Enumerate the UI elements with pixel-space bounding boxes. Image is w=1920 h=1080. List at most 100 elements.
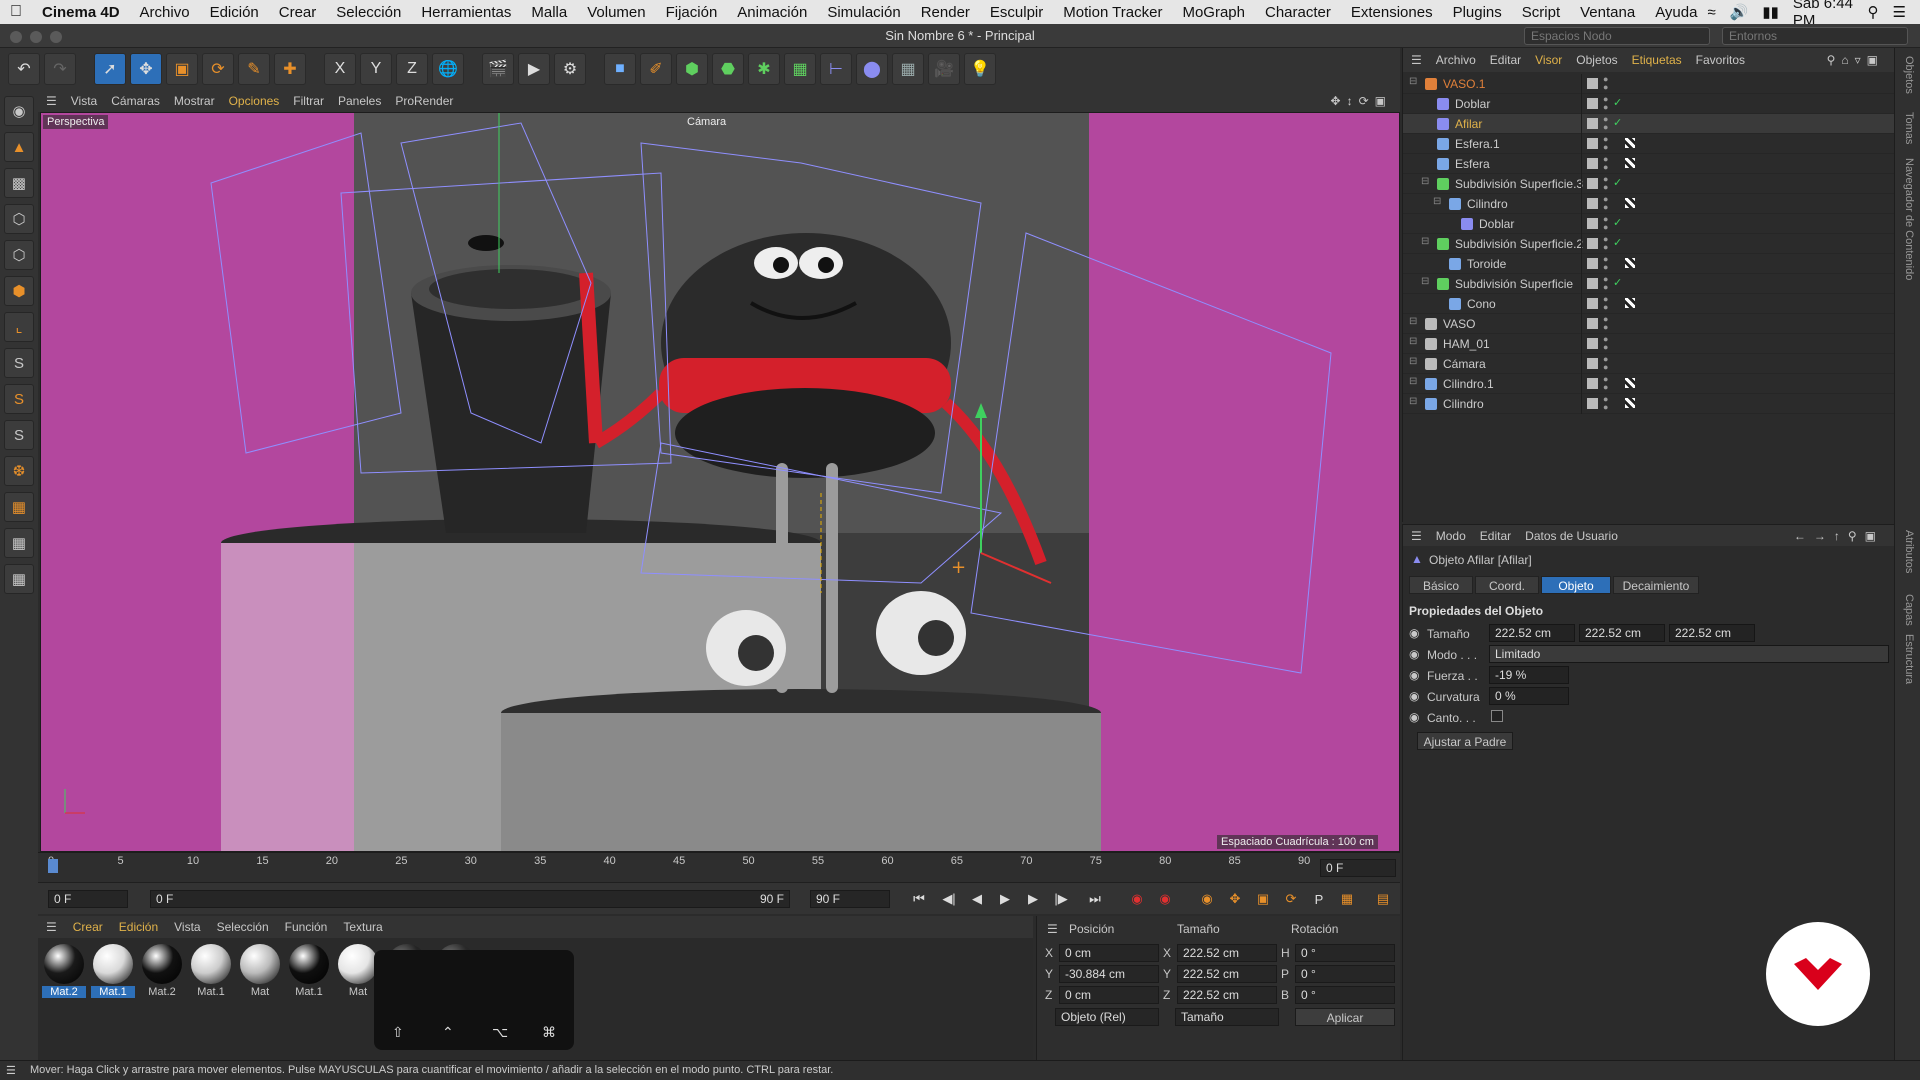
anim-dot-icon[interactable]: ◉ bbox=[1409, 626, 1419, 640]
viewport-menu-prorender[interactable]: ProRender bbox=[395, 94, 453, 108]
viewport-menu-mostrar[interactable]: Mostrar bbox=[174, 94, 215, 108]
layer-icon[interactable] bbox=[1587, 238, 1598, 249]
prop-tamano-y[interactable]: 222.52 cm bbox=[1579, 624, 1665, 642]
key-scale-icon[interactable]: ▣ bbox=[1252, 889, 1274, 909]
texture-tag-icon[interactable] bbox=[1625, 278, 1635, 288]
visibility-dots-icon[interactable]: ● ● bbox=[1603, 255, 1608, 272]
attributes-menu-user-data[interactable]: Datos de Usuario bbox=[1525, 529, 1618, 543]
fit-to-parent-button[interactable]: Ajustar a Padre bbox=[1417, 732, 1513, 750]
menu-edicion[interactable]: Edición bbox=[200, 4, 269, 21]
autokey-icon[interactable]: ◉ bbox=[1154, 889, 1176, 909]
object-name[interactable]: Doblar bbox=[1479, 217, 1514, 231]
material-swatch[interactable]: Mat bbox=[238, 944, 282, 998]
go-to-start-icon[interactable]: ⏮ bbox=[908, 889, 930, 909]
texture-tag-icon[interactable] bbox=[1625, 98, 1635, 108]
z-axis-lock-icon[interactable]: Z bbox=[396, 53, 428, 85]
prop-curvatura-field[interactable]: 0 % bbox=[1489, 687, 1569, 705]
tab-basico[interactable]: Básico bbox=[1409, 576, 1473, 594]
texture-mode-icon[interactable]: ▩ bbox=[4, 168, 34, 198]
battery-icon[interactable]: ▮▮ bbox=[1762, 3, 1779, 21]
viewport-menu-opciones[interactable]: Opciones bbox=[229, 94, 280, 108]
layer-icon[interactable] bbox=[1587, 258, 1598, 269]
layer-icon[interactable] bbox=[1587, 298, 1598, 309]
wifi-icon[interactable]: ≈ bbox=[1707, 4, 1715, 21]
coord-position-field[interactable]: -30.884 cm bbox=[1059, 965, 1159, 983]
object-row[interactable]: ⊟ Subdivisión Superficie.3 ● ● ✓ bbox=[1403, 174, 1895, 194]
expand-toggle-icon[interactable]: ⊟ bbox=[1409, 316, 1417, 327]
material-swatch[interactable]: Mat.1 bbox=[189, 944, 233, 998]
render-region-icon[interactable]: 🎬 bbox=[482, 53, 514, 85]
object-row[interactable]: Cono ● ● bbox=[1403, 294, 1895, 314]
axis-mode-icon[interactable]: ⌞ bbox=[4, 312, 34, 342]
enabled-check-icon[interactable]: ✓ bbox=[1613, 176, 1622, 189]
menu-simulacion[interactable]: Simulación bbox=[817, 4, 910, 21]
object-row[interactable]: Doblar ● ● ✓ bbox=[1403, 94, 1895, 114]
coord-size-field[interactable]: 222.52 cm bbox=[1177, 944, 1277, 962]
object-name[interactable]: Doblar bbox=[1455, 97, 1490, 111]
polygons-mode-icon[interactable]: ⬢ bbox=[4, 276, 34, 306]
record-keys-icon[interactable]: ◉ bbox=[1126, 889, 1148, 909]
menu-character[interactable]: Character bbox=[1255, 4, 1341, 21]
texture-tag-icon[interactable] bbox=[1625, 338, 1635, 348]
object-menu-editar[interactable]: Editar bbox=[1490, 53, 1521, 67]
material-swatch[interactable]: Mat.1 bbox=[287, 944, 331, 998]
object-row[interactable]: Esfera ● ● bbox=[1403, 154, 1895, 174]
grid-workplane-icon[interactable]: ▦ bbox=[4, 528, 34, 558]
coord-rotation-field[interactable]: 0 ° bbox=[1295, 944, 1395, 962]
menu-esculpir[interactable]: Esculpir bbox=[980, 4, 1053, 21]
menu-script[interactable]: Script bbox=[1512, 4, 1570, 21]
timeline-ruler[interactable]: 051015202530354045505560657075808590 0 F bbox=[38, 852, 1400, 882]
attributes-menu-modo[interactable]: Modo bbox=[1436, 529, 1466, 543]
coords-size-dropdown[interactable]: Tamaño bbox=[1175, 1008, 1279, 1026]
layer-icon[interactable] bbox=[1587, 198, 1598, 209]
cube-primitive-icon[interactable]: ■ bbox=[604, 53, 636, 85]
texture-tag-icon[interactable] bbox=[1625, 138, 1635, 148]
layout-dropdown-environments[interactable]: Entornos bbox=[1722, 27, 1908, 45]
layer-icon[interactable] bbox=[1587, 318, 1598, 329]
enabled-check-icon[interactable]: ✓ bbox=[1613, 116, 1622, 129]
visibility-dots-icon[interactable]: ● ● bbox=[1603, 375, 1608, 392]
side-tab-atributos[interactable]: Atributos bbox=[1903, 530, 1915, 573]
x-axis-lock-icon[interactable]: X bbox=[324, 53, 356, 85]
tab-coord[interactable]: Coord. bbox=[1475, 576, 1539, 594]
material-menu-icon[interactable]: ☰ bbox=[46, 920, 57, 934]
range-end-label[interactable]: 90 F bbox=[760, 892, 784, 906]
object-name[interactable]: Cilindro.1 bbox=[1443, 377, 1494, 391]
menu-mograph[interactable]: MoGraph bbox=[1172, 4, 1255, 21]
menu-plugins[interactable]: Plugins bbox=[1443, 4, 1512, 21]
object-name[interactable]: Esfera.1 bbox=[1455, 137, 1500, 151]
visibility-dots-icon[interactable]: ● ● bbox=[1603, 295, 1608, 312]
menu-crear[interactable]: Crear bbox=[269, 4, 327, 21]
layout-dropdown-nodes[interactable]: Espacios Nodo bbox=[1524, 27, 1710, 45]
range-start-field[interactable]: 0 F bbox=[150, 890, 790, 908]
viewport-3d[interactable]: + Perspectiva Cámara Espaciado Cuadrícul… bbox=[40, 112, 1400, 852]
anim-dot-icon[interactable]: ◉ bbox=[1409, 647, 1419, 661]
visibility-dots-icon[interactable]: ● ● bbox=[1603, 75, 1608, 92]
menu-render[interactable]: Render bbox=[911, 4, 980, 21]
material-menu-edicion[interactable]: Edición bbox=[119, 920, 158, 934]
texture-tag-icon[interactable] bbox=[1625, 218, 1635, 228]
material-swatch[interactable]: Mat.1 bbox=[91, 944, 135, 998]
visibility-dots-icon[interactable]: ● ● bbox=[1603, 155, 1608, 172]
visibility-dots-icon[interactable]: ● ● bbox=[1603, 195, 1608, 212]
object-row[interactable]: Esfera.1 ● ● bbox=[1403, 134, 1895, 154]
object-name[interactable]: VASO bbox=[1443, 317, 1475, 331]
object-row[interactable]: ⊟ Cilindro.1 ● ● bbox=[1403, 374, 1895, 394]
side-tab-tomas[interactable]: Tomas bbox=[1903, 112, 1915, 144]
texture-tag-icon[interactable] bbox=[1625, 178, 1635, 188]
layer-icon[interactable] bbox=[1587, 78, 1598, 89]
expand-toggle-icon[interactable]: ⊟ bbox=[1409, 376, 1417, 387]
y-axis-lock-icon[interactable]: Y bbox=[360, 53, 392, 85]
current-frame-field[interactable]: 0 F bbox=[1320, 859, 1396, 877]
mograph-icon[interactable]: ▦ bbox=[784, 53, 816, 85]
material-menu-vista[interactable]: Vista bbox=[174, 920, 200, 934]
next-key-icon[interactable]: |▶ bbox=[1050, 889, 1072, 909]
object-name[interactable]: HAM_01 bbox=[1443, 337, 1490, 351]
render-settings-icon[interactable]: ⚙ bbox=[554, 53, 586, 85]
tab-objeto[interactable]: Objeto bbox=[1541, 576, 1611, 594]
coords-mode-dropdown[interactable]: Objeto (Rel) bbox=[1055, 1008, 1159, 1026]
visibility-dots-icon[interactable]: ● ● bbox=[1603, 275, 1608, 292]
object-row[interactable]: ⊟ VASO ● ● bbox=[1403, 314, 1895, 334]
visibility-dots-icon[interactable]: ● ● bbox=[1603, 215, 1608, 232]
menu-ayuda[interactable]: Ayuda bbox=[1645, 4, 1707, 21]
